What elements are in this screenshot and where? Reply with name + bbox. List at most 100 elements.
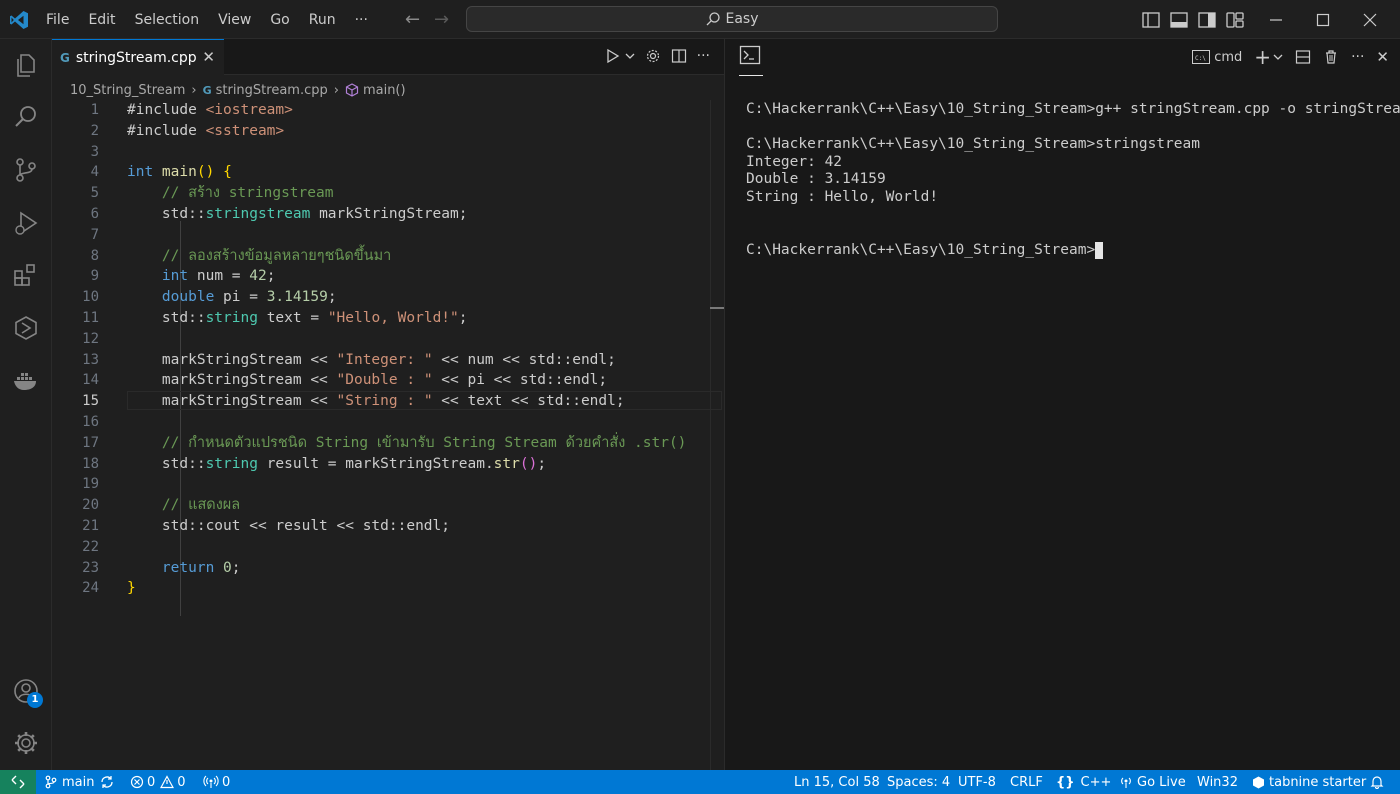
more-actions-icon[interactable]: ··· <box>697 48 710 64</box>
problems-indicator[interactable]: 0 0 <box>130 770 186 794</box>
indentation[interactable]: Spaces: 4 <box>887 770 950 794</box>
code-line[interactable]: 22 <box>52 537 712 558</box>
code-line[interactable]: 14 markStringStream << "Double : " << pi… <box>52 370 712 391</box>
code-line[interactable]: 2 #include <sstream> <box>52 121 712 142</box>
customize-layout-icon[interactable] <box>1225 10 1245 30</box>
toggle-primary-sidebar-icon[interactable] <box>1141 10 1161 30</box>
code-line[interactable]: 8 // ลองสร้างข้อมูลหลายๆชนิดขึ้นมา <box>52 246 712 267</box>
code-token: num = <box>188 268 250 285</box>
code-line[interactable]: 21 std::cout << result << std::endl; <box>52 516 712 537</box>
code-token: // กำหนดตัวแปรชนิด String เข้ามารับ Stri… <box>127 434 687 451</box>
run-file-icon[interactable] <box>605 48 621 64</box>
menu-file[interactable]: File <box>46 12 69 28</box>
code-line[interactable]: 4 int main() { <box>52 162 712 183</box>
line-number: 17 <box>82 434 99 451</box>
code-text: int main() { <box>127 162 232 183</box>
maximize-icon[interactable] <box>1313 10 1333 30</box>
breadcrumb-symbol[interactable]: main() <box>363 83 406 98</box>
code-token: 42 <box>249 268 267 285</box>
git-branch-icon <box>45 775 57 789</box>
code-line[interactable]: 5 // สร้าง stringstream <box>52 183 712 204</box>
code-text: markStringStream << "Integer: " << num <… <box>127 350 616 371</box>
platform[interactable]: Win32 <box>1197 770 1238 794</box>
code-line[interactable]: 11 std::string text = "Hello, World!"; <box>52 308 712 329</box>
extensions-icon[interactable] <box>12 261 40 289</box>
ports-indicator[interactable]: 0 <box>203 770 230 794</box>
code-line[interactable]: 15 markStringStream << "String : " << te… <box>52 391 722 412</box>
split-editor-icon[interactable] <box>671 48 687 64</box>
new-terminal-icon[interactable]: + <box>1254 47 1271 67</box>
sync-icon[interactable] <box>100 775 114 789</box>
code-line[interactable]: 9 int num = 42; <box>52 266 712 287</box>
breadcrumb-folder[interactable]: 10_String_Stream <box>70 83 185 98</box>
code-line[interactable]: 20 // แสดงผล <box>52 495 712 516</box>
code-line[interactable]: 18 std::string result = markStringStream… <box>52 454 712 475</box>
tab-stringstream-cpp[interactable]: G stringStream.cpp ✕ <box>52 39 224 75</box>
breadcrumb-file[interactable]: stringStream.cpp <box>216 83 328 98</box>
explorer-icon[interactable] <box>12 51 40 79</box>
docker-icon[interactable] <box>12 367 40 395</box>
code-line[interactable]: 16 <box>52 412 712 433</box>
menu-edit[interactable]: Edit <box>88 12 115 28</box>
code-line[interactable]: 19 <box>52 474 712 495</box>
remote-indicator[interactable] <box>0 770 36 794</box>
back-arrow-icon[interactable]: ← <box>405 9 420 30</box>
manage-gear-icon[interactable] <box>12 729 40 757</box>
code-token: "String : " <box>336 393 433 410</box>
settings-gear-icon[interactable] <box>645 48 661 64</box>
command-center-search[interactable]: Easy <box>466 6 998 32</box>
terminal-line: C:\Hackerrank\C++\Easy\10_String_Stream>… <box>746 136 1200 153</box>
code-token: } <box>127 580 136 597</box>
remote-explorer-icon[interactable] <box>12 314 40 342</box>
terminal-tab[interactable] <box>739 45 763 76</box>
scrollbar-position-marker <box>710 307 724 309</box>
encoding[interactable]: UTF-8 <box>958 770 996 794</box>
terminal-output[interactable]: C:\Hackerrank\C++\Easy\10_String_Stream>… <box>746 101 1400 259</box>
code-editor[interactable]: 1 #include <iostream> 2 #include <sstream> 3… <box>52 100 722 599</box>
code-line[interactable]: 7 <box>52 225 712 246</box>
close-tab-icon[interactable]: ✕ <box>202 48 215 66</box>
notifications-bell-icon[interactable] <box>1370 770 1384 794</box>
go-live-button[interactable]: Go Live <box>1119 770 1186 794</box>
end-of-line[interactable]: CRLF <box>1010 770 1043 794</box>
search-view-icon[interactable] <box>12 103 40 131</box>
code-token: double <box>161 289 215 306</box>
code-line[interactable]: 12 <box>52 329 712 350</box>
activity-bar: 1 <box>0 39 52 770</box>
chevron-right-icon: › <box>191 82 197 98</box>
source-control-icon[interactable] <box>12 156 40 184</box>
menu-go[interactable]: Go <box>270 12 289 28</box>
code-line[interactable]: 24} <box>52 578 712 599</box>
more-actions-icon[interactable]: ··· <box>1351 49 1364 65</box>
trash-icon[interactable] <box>1323 49 1339 65</box>
menu-run[interactable]: Run <box>309 12 336 28</box>
chevron-down-icon[interactable] <box>625 48 635 64</box>
code-line[interactable]: 17 // กำหนดตัวแปรชนิด String เข้ามารับ S… <box>52 433 712 454</box>
code-line[interactable]: 3 <box>52 142 712 163</box>
cursor-position[interactable]: Ln 15, Col 58 <box>794 770 880 794</box>
code-line[interactable]: 13 markStringStream << "Integer: " << nu… <box>52 350 712 371</box>
forward-arrow-icon[interactable]: → <box>434 9 449 30</box>
code-line[interactable]: 23 return 0; <box>52 558 712 579</box>
code-token: return <box>161 559 215 576</box>
close-panel-icon[interactable]: ✕ <box>1376 48 1389 66</box>
toggle-panel-icon[interactable] <box>1169 10 1189 30</box>
code-line[interactable]: 10 double pi = 3.14159; <box>52 287 712 308</box>
menu-selection[interactable]: Selection <box>135 12 200 28</box>
run-debug-icon[interactable] <box>12 209 40 237</box>
minimize-icon[interactable] <box>1266 10 1286 30</box>
editor-scrollbar[interactable] <box>710 100 725 770</box>
toggle-secondary-sidebar-icon[interactable] <box>1197 10 1217 30</box>
menu-more[interactable]: ··· <box>355 12 368 28</box>
code-line[interactable]: 6 std::stringstream markStringStream; <box>52 204 712 225</box>
language-mode[interactable]: {} C++ <box>1056 770 1111 794</box>
close-window-icon[interactable] <box>1360 10 1380 30</box>
split-terminal-icon[interactable] <box>1295 49 1311 65</box>
menu-view[interactable]: View <box>218 12 251 28</box>
tabnine-status[interactable]: tabnine starter <box>1252 770 1366 794</box>
terminal-profile[interactable]: C:\ cmd <box>1192 50 1242 65</box>
branch-indicator[interactable]: main <box>44 770 114 794</box>
code-line[interactable]: 1 #include <iostream> <box>52 100 712 121</box>
chevron-down-icon[interactable] <box>1273 49 1283 65</box>
